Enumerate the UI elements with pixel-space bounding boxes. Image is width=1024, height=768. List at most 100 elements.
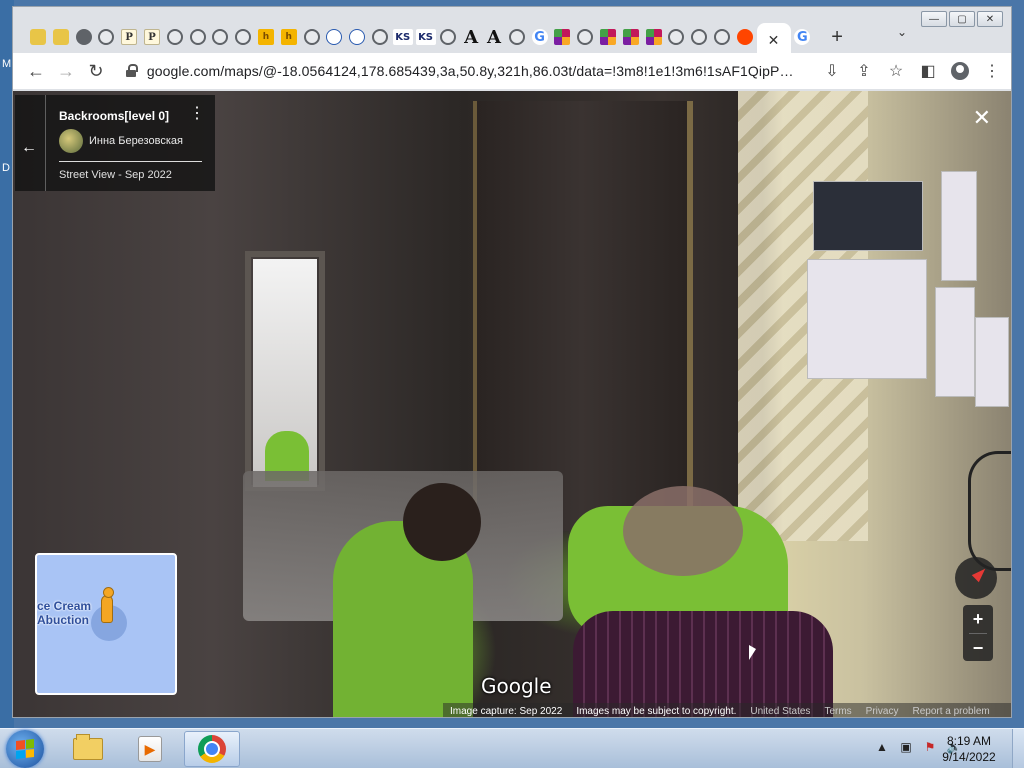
diamond-icon <box>645 29 662 45</box>
globe-icon <box>189 29 206 45</box>
avatar[interactable] <box>59 129 83 153</box>
close-tab-icon[interactable]: ✕ <box>768 32 780 49</box>
url-text[interactable]: google.com/maps/@-18.0564124,178.685439,… <box>147 63 801 79</box>
tab-item[interactable] <box>620 26 642 48</box>
streetview-info-card: ← Backrooms[level 0] ⋮ Инна Березовская … <box>15 95 215 191</box>
mouse-cursor-icon <box>749 645 756 660</box>
tab-google[interactable]: G <box>791 26 813 48</box>
forward-button[interactable]: → <box>51 56 81 86</box>
scene-poster <box>941 171 977 281</box>
tab-item[interactable] <box>643 26 665 48</box>
install-app-icon[interactable]: ⇩ <box>819 57 845 85</box>
tab-item[interactable] <box>95 26 117 48</box>
tab-item[interactable] <box>665 26 687 48</box>
tab-item[interactable]: P <box>141 26 163 48</box>
tab-item[interactable] <box>711 26 733 48</box>
new-tab-button[interactable]: + <box>822 22 852 52</box>
start-button[interactable] <box>6 730 44 768</box>
close-streetview-icon[interactable]: ✕ <box>973 105 991 131</box>
chrome-window: — ▢ ✕ P Ph h KS KS A A G ✕ G + ⌄ ← → ↻ google.c… <box>12 6 1012 718</box>
tab-item[interactable] <box>346 26 368 48</box>
p-icon: P <box>143 29 160 45</box>
tab-item[interactable] <box>437 26 459 48</box>
tab-item[interactable] <box>551 26 573 48</box>
capture-date-label[interactable]: Street View - Sep 2022 <box>59 169 172 181</box>
tab-item[interactable] <box>734 26 756 48</box>
system-clock[interactable]: 8:19 AM 9/14/2022 <box>934 733 1004 765</box>
privacy-link[interactable]: Privacy <box>859 706 906 717</box>
media-player-icon: ▶ <box>138 736 162 762</box>
tab-item[interactable]: P <box>118 26 140 48</box>
share-icon[interactable]: ⇪ <box>851 57 877 85</box>
tab-item[interactable]: h <box>278 26 300 48</box>
address-bar[interactable]: google.com/maps/@-18.0564124,178.685439,… <box>125 57 801 85</box>
report-problem-link[interactable]: Report a problem <box>905 706 996 717</box>
street-view-panorama[interactable]: ← Backrooms[level 0] ⋮ Инна Березовская … <box>13 91 1011 717</box>
globe-icon <box>440 29 457 45</box>
desktop-icon-label: M <box>2 58 12 70</box>
more-options-icon[interactable]: ⋮ <box>189 106 205 122</box>
terms-link[interactable]: Terms <box>817 706 858 717</box>
back-button[interactable]: ← <box>21 56 51 86</box>
tab-item[interactable] <box>232 26 254 48</box>
tab-item[interactable] <box>73 26 95 48</box>
tab-search-chevron-icon[interactable]: ⌄ <box>897 25 907 39</box>
minimap[interactable]: ce Cream Abuction <box>35 553 177 695</box>
tab-item[interactable] <box>323 26 345 48</box>
back-arrow-icon[interactable]: ← <box>21 139 37 157</box>
tab-item[interactable]: A <box>483 26 505 48</box>
globe-icon <box>98 29 115 45</box>
tab-item[interactable]: KS <box>415 26 437 48</box>
zoom-out-button[interactable]: − <box>963 634 993 662</box>
show-hidden-icons-icon[interactable]: ▲ <box>874 739 890 755</box>
tab-item[interactable] <box>506 26 528 48</box>
tab-item[interactable] <box>50 26 72 48</box>
tab-item[interactable] <box>187 26 209 48</box>
a-icon: A <box>486 26 501 48</box>
region-link[interactable]: United States <box>743 706 817 717</box>
tab-item[interactable]: G <box>529 26 551 48</box>
diamond-icon <box>622 29 639 45</box>
globe-icon <box>212 29 229 45</box>
zoom-in-button[interactable]: + <box>963 605 993 633</box>
compass-button[interactable] <box>955 557 997 599</box>
tab-active[interactable]: ✕ <box>756 23 791 57</box>
globe-icon <box>668 29 685 45</box>
tab-item[interactable] <box>369 26 391 48</box>
profile-avatar[interactable] <box>947 57 973 85</box>
taskbar-chrome[interactable] <box>184 731 240 767</box>
desktop-icon-label: D <box>2 162 10 174</box>
minimap-label-line: ce Cream <box>37 599 92 613</box>
p-icon: P <box>121 29 138 45</box>
taskbar-explorer[interactable] <box>60 731 116 767</box>
tab-item[interactable] <box>597 26 619 48</box>
tab-strip: P Ph h KS KS A A G ✕ G + <box>13 17 973 57</box>
globe-icon <box>577 29 594 45</box>
tab-item[interactable] <box>164 26 186 48</box>
tab-item[interactable]: A <box>460 26 482 48</box>
taskbar-media-player[interactable]: ▶ <box>122 731 178 767</box>
tab-item[interactable] <box>209 26 231 48</box>
network-icon[interactable]: ▣ <box>898 739 914 755</box>
h-icon: h <box>280 29 297 45</box>
tab-item[interactable]: h <box>255 26 277 48</box>
minimap-place-label: ce Cream Abuction <box>37 599 91 627</box>
place-title: Backrooms[level 0] <box>59 109 170 123</box>
chrome-menu-icon[interactable]: ⋮ <box>979 57 1005 85</box>
tab-item[interactable] <box>27 26 49 48</box>
show-desktop-button[interactable] <box>1012 729 1024 768</box>
tab-item[interactable] <box>574 26 596 48</box>
tab-item[interactable] <box>688 26 710 48</box>
side-panel-icon[interactable]: ◧ <box>915 57 941 85</box>
tab-item[interactable] <box>301 26 323 48</box>
close-window-button[interactable]: ✕ <box>977 11 1003 27</box>
lock-icon[interactable] <box>125 64 139 78</box>
scene-poster <box>807 259 927 379</box>
scene-poster <box>935 287 975 397</box>
globe-icon <box>166 29 183 45</box>
uploader-name[interactable]: Инна Березовская <box>89 135 183 147</box>
reload-button[interactable]: ↻ <box>81 56 111 86</box>
bookmark-star-icon[interactable]: ☆ <box>883 57 909 85</box>
tab-item[interactable]: KS <box>392 26 414 48</box>
bird-icon <box>52 29 69 45</box>
